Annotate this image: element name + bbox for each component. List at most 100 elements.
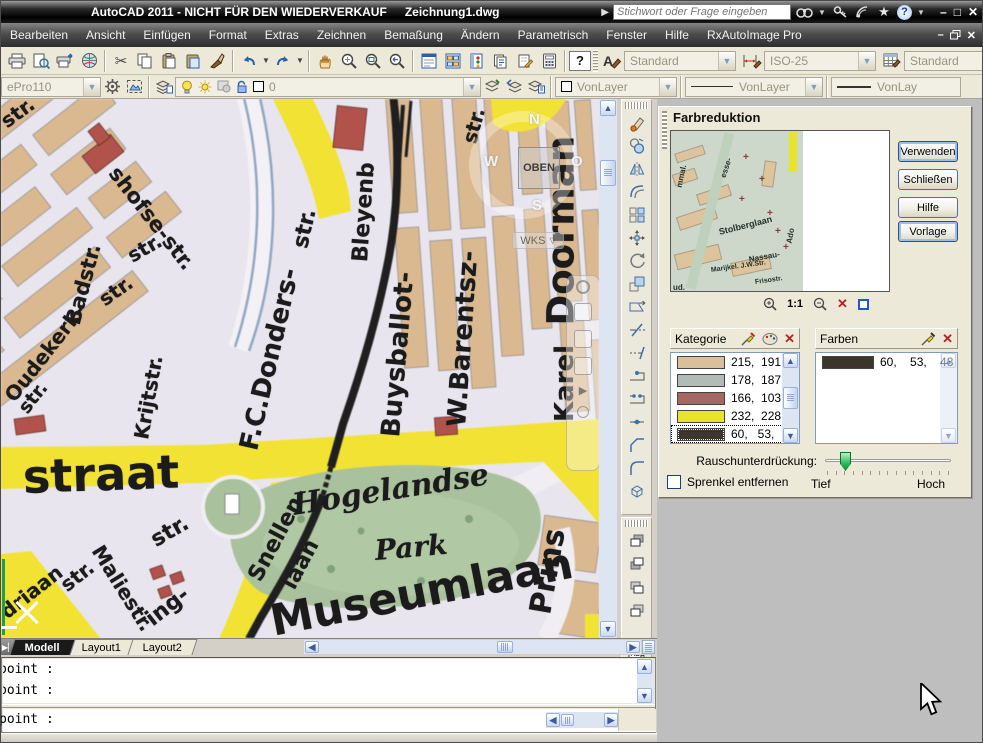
command-window[interactable]: point : point : ▲ ▼ point : ◀ ▶ [1, 657, 656, 733]
hilfe-button[interactable]: Hilfe [898, 197, 958, 218]
navigation-bar[interactable]: ▶ [566, 275, 599, 471]
doc-close-button[interactable]: ✕ [967, 29, 976, 42]
dim-style-combo[interactable]: ISO-25▼ [764, 51, 876, 71]
command-input-line[interactable]: point : ◀ ▶ [3, 709, 656, 732]
bring-above-button[interactable] [622, 575, 651, 598]
showmotion-icon[interactable]: ▶ [579, 384, 587, 397]
favorites-star-icon[interactable]: ★ [875, 4, 893, 20]
delete-color-icon[interactable]: ✕ [942, 331, 953, 347]
color-item[interactable]: 60, 53, 43 [816, 353, 957, 371]
bring-to-front-button[interactable] [622, 529, 651, 552]
lineweight-combo[interactable]: VonLay [831, 77, 961, 97]
array-button[interactable] [622, 203, 651, 226]
table-style-combo[interactable]: Standard [904, 51, 983, 71]
menu-bemassung[interactable]: Bemaßung [375, 25, 452, 45]
doc-minimize-button[interactable]: – [938, 29, 944, 41]
command-hscrollbar[interactable]: ◀ ▶ [546, 712, 618, 728]
linetype-combo[interactable]: VonLayer▼ [685, 77, 823, 97]
kategorie-scrollbar[interactable]: ▲ ▼ [782, 353, 799, 443]
layer-states-icon[interactable] [525, 77, 547, 97]
scroll-up-icon[interactable]: ▲ [783, 353, 798, 368]
trim-button[interactable] [622, 318, 651, 341]
subscription-key-icon[interactable] [831, 4, 849, 20]
plot-button[interactable] [53, 49, 77, 73]
tool-palettes-icon[interactable] [465, 49, 489, 73]
menu-ansicht[interactable]: Ansicht [77, 25, 134, 45]
drawing-viewport[interactable]: str. shofse-str. Badstr. str. str. Oudek… [1, 99, 599, 638]
extend-button[interactable] [622, 341, 651, 364]
fillet-button[interactable] [622, 456, 651, 479]
communication-center-icon[interactable] [853, 4, 871, 20]
command-vscrollbar[interactable]: ▲ ▼ [637, 659, 654, 703]
tab-layout1[interactable]: Layout1 [66, 639, 136, 655]
search-dropdown-icon[interactable]: ▼ [817, 0, 827, 24]
kategorie-list[interactable]: 215, 191, 155 178, 187, 182 166, 103, 98… [670, 352, 800, 444]
zoom-previous-icon[interactable] [385, 49, 409, 73]
text-style-combo[interactable]: Standard▼ [624, 51, 736, 71]
category-item[interactable]: 166, 103, 98 [671, 389, 799, 407]
pane-splitter-button[interactable] [642, 640, 655, 654]
delete-category-icon[interactable]: ✕ [784, 331, 795, 347]
help-button[interactable]: ? [569, 51, 591, 71]
verwenden-button[interactable]: Verwenden [898, 141, 958, 162]
scroll-down-icon[interactable]: ▼ [637, 688, 652, 703]
undo-button[interactable] [237, 49, 261, 73]
vorlage-button[interactable]: Vorlage [898, 221, 958, 242]
navbar-menu-icon[interactable] [577, 406, 589, 418]
menu-fenster[interactable]: Fenster [597, 25, 656, 45]
color-combo[interactable]: VonLayer▼ [555, 77, 677, 97]
scroll-right-icon[interactable]: ▶ [626, 641, 640, 653]
menu-parametrisch[interactable]: Parametrisch [509, 25, 598, 45]
viewcube-wcs-menu[interactable]: WKS▽ [512, 232, 564, 249]
drawing-hscrollbar[interactable]: ◀ ▶ [304, 640, 641, 654]
close-button[interactable]: ✕ [968, 5, 978, 19]
scroll-up-icon[interactable]: ▲ [600, 100, 616, 116]
vscroll-thumb[interactable] [600, 160, 616, 186]
scroll-thumb[interactable] [783, 387, 798, 409]
menu-rxautoimage[interactable]: RxAutoImage Pro [698, 25, 811, 45]
explode-button[interactable] [622, 479, 651, 502]
pan-hand-icon[interactable] [313, 49, 337, 73]
menu-extras[interactable]: Extras [256, 25, 308, 45]
layer-unlock-icon[interactable] [236, 80, 248, 94]
send-to-back-button[interactable] [622, 552, 651, 575]
slider-thumb[interactable] [840, 452, 851, 471]
offset-button[interactable] [622, 180, 651, 203]
menu-aendern[interactable]: Ändern [452, 25, 509, 45]
scroll-up-icon[interactable]: ▲ [941, 353, 956, 368]
drawing-vscrollbar[interactable]: ▲ ▼ [599, 99, 617, 638]
move-button[interactable] [622, 226, 651, 249]
steering-wheel-icon[interactable] [576, 280, 590, 294]
pan-tool-icon[interactable] [574, 303, 592, 321]
category-item[interactable]: 178, 187, 182 [671, 371, 799, 389]
farben-scrollbar[interactable]: ▲ ▼ [940, 353, 957, 443]
hscroll-thumb[interactable] [497, 641, 513, 653]
dim-style-icon[interactable] [740, 49, 764, 73]
category-item[interactable]: 232, 228, 43 [671, 407, 799, 425]
viewcube-west[interactable]: W [484, 153, 498, 170]
scroll-down-icon[interactable]: ▼ [941, 428, 956, 443]
designcenter-icon[interactable] [441, 49, 465, 73]
help-dropdown-icon[interactable]: ▼ [916, 0, 926, 24]
pick-category-pipette-icon[interactable] [741, 332, 756, 346]
viewcube-east[interactable]: O [571, 153, 583, 170]
infocenter-expand-icon[interactable]: ▶ [601, 7, 609, 18]
rxautoimage-combo[interactable]: ePro110▼ [1, 77, 101, 97]
match-properties-brush-icon[interactable] [205, 49, 229, 73]
color-preview-box[interactable]: + + + + + + Stolberglaan Nassau- Marijke… [670, 130, 890, 292]
menu-zeichnen[interactable]: Zeichnen [308, 25, 375, 45]
menu-einfuegen[interactable]: Einfügen [134, 25, 199, 45]
schliessen-button[interactable]: Schließen [898, 169, 958, 190]
redo-button[interactable] [271, 49, 295, 73]
layer-properties-icon[interactable] [153, 77, 175, 97]
viewcube-south[interactable]: S [532, 197, 542, 214]
layer-freeze-sun-icon[interactable] [198, 80, 212, 94]
settings-gear-icon[interactable] [101, 77, 123, 97]
zoom-in-icon[interactable] [763, 297, 777, 311]
layer-combo[interactable]: 0 ▼ [175, 77, 481, 97]
menu-format[interactable]: Format [200, 25, 256, 45]
scroll-left-icon[interactable]: ◀ [305, 641, 319, 653]
image-frame-icon[interactable] [123, 77, 145, 97]
join-button[interactable] [622, 410, 651, 433]
break-at-point-button[interactable] [622, 364, 651, 387]
